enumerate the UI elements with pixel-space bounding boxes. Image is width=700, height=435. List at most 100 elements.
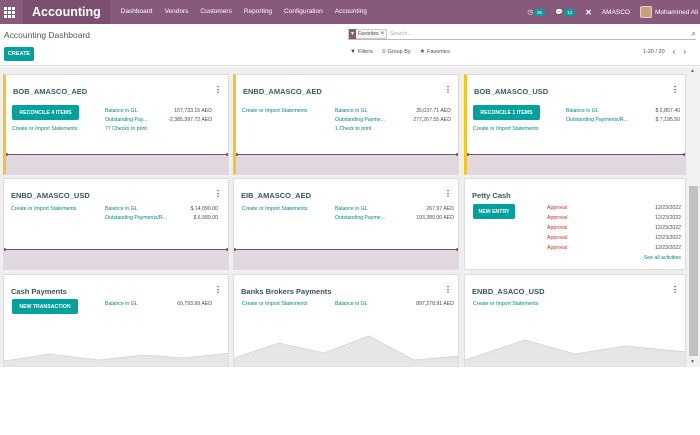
activity-label[interactable]: Approval bbox=[547, 225, 567, 231]
groupby-label: Group By bbox=[387, 48, 411, 55]
import-statements-link[interactable]: Create or Import Statements bbox=[473, 126, 538, 132]
outstanding-label[interactable]: Outstanding Payme... bbox=[335, 117, 385, 123]
new-entry-button[interactable]: NEW ENTRY bbox=[473, 204, 515, 219]
journal-card: ENBD_ASACO_USD ⋮ Create or Import Statem… bbox=[464, 274, 686, 367]
dots-vertical-icon[interactable]: ⋮ bbox=[444, 189, 452, 198]
debug-tools-icon[interactable]: ✕ bbox=[585, 8, 592, 17]
balance-label[interactable]: Balance in GL bbox=[335, 108, 368, 114]
dots-vertical-icon[interactable]: ⋮ bbox=[214, 285, 222, 294]
menu-accounting[interactable]: Accounting bbox=[329, 0, 373, 24]
activity-label[interactable]: Approval bbox=[547, 245, 567, 251]
outstanding-label[interactable]: Outstanding Pay... bbox=[105, 117, 147, 123]
balance-label[interactable]: Balance in GL bbox=[335, 301, 368, 307]
checks-to-print-link[interactable]: 1 Check to print bbox=[335, 126, 371, 132]
balance-graph bbox=[6, 153, 228, 174]
top-navbar: Accounting Dashboard Vendors Customers R… bbox=[0, 0, 700, 24]
import-statements-link[interactable]: Create or Import Statements bbox=[473, 301, 538, 307]
list-icon: ≡ bbox=[381, 48, 386, 55]
groupby-dropdown[interactable]: ≡ Group By bbox=[382, 48, 411, 55]
scroll-down-icon[interactable]: ▼ bbox=[690, 359, 695, 365]
balance-graph bbox=[236, 153, 458, 174]
search-bar: ▼ Favorites × Search... ⌕ bbox=[348, 28, 696, 40]
dots-vertical-icon[interactable]: ⋮ bbox=[671, 285, 679, 294]
pager-value[interactable]: 1-20 / 20 bbox=[643, 49, 665, 55]
menu-customers[interactable]: Customers bbox=[194, 0, 237, 24]
menu-configuration[interactable]: Configuration bbox=[278, 0, 329, 24]
dots-vertical-icon[interactable]: ⋮ bbox=[444, 85, 452, 94]
activity-date: 12/23/2022 bbox=[655, 245, 681, 251]
menu-reporting[interactable]: Reporting bbox=[238, 0, 278, 24]
balance-value: 35,037.71 AED bbox=[416, 108, 451, 114]
activity-label[interactable]: Approval bbox=[547, 235, 567, 241]
dots-vertical-icon[interactable]: ⋮ bbox=[214, 189, 222, 198]
reconcile-button[interactable]: RECONCILE 4 ITEMS bbox=[12, 105, 79, 120]
import-statements-link[interactable]: Create or Import Statements bbox=[12, 126, 77, 132]
balance-value: 69,793.99 AED bbox=[177, 301, 212, 307]
outstanding-label[interactable]: Outstanding Payments/R... bbox=[566, 117, 628, 123]
chevron-right-icon[interactable]: › bbox=[683, 47, 686, 56]
filters-dropdown[interactable]: ▼ Filters bbox=[350, 48, 373, 55]
journal-title[interactable]: ENBD_AMASCO_AED bbox=[243, 87, 322, 96]
messaging-menu[interactable]: 💬 13 bbox=[555, 8, 576, 16]
journal-title[interactable]: EIB_AMASCO_AED bbox=[241, 191, 311, 200]
balance-graph bbox=[4, 248, 228, 269]
scroll-up-icon[interactable]: ▲ bbox=[690, 68, 695, 74]
import-statements-link[interactable]: Create or Import Statements bbox=[242, 108, 307, 114]
import-statements-link[interactable]: Create or Import Statements bbox=[242, 206, 307, 212]
outstanding-value: $ 7,195.50 bbox=[655, 117, 680, 123]
balance-label[interactable]: Balance in GL bbox=[566, 108, 599, 114]
menu-dashboard[interactable]: Dashboard bbox=[115, 0, 159, 24]
balance-label[interactable]: Balance in GL bbox=[105, 206, 138, 212]
see-all-activities-link[interactable]: See all activities bbox=[644, 255, 681, 261]
menu-vendors[interactable]: Vendors bbox=[159, 0, 195, 24]
balance-graph bbox=[4, 352, 228, 367]
search-facet[interactable]: ▼ Favorites × bbox=[348, 28, 388, 39]
activity-label[interactable]: Approval bbox=[547, 205, 567, 211]
outstanding-value: 193,380.00 AED bbox=[416, 215, 454, 221]
favorites-dropdown[interactable]: ★ Favorites bbox=[420, 48, 450, 56]
journal-title[interactable]: ENBD_ASACO_USD bbox=[472, 287, 545, 296]
checks-to-print-link[interactable]: 77 Checks to print bbox=[105, 126, 147, 132]
balance-label[interactable]: Balance in GL bbox=[105, 301, 138, 307]
balance-graph bbox=[234, 335, 458, 367]
filters-label: Filters bbox=[357, 48, 373, 55]
activity-label[interactable]: Approval bbox=[547, 215, 567, 221]
facet-remove-icon[interactable]: × bbox=[381, 31, 387, 37]
apps-menu-icon[interactable] bbox=[1, 0, 17, 24]
activity-menu[interactable]: ◷ 36 bbox=[527, 8, 546, 16]
scrollbar-thumb[interactable] bbox=[689, 186, 698, 356]
journal-title[interactable]: ENBD_AMASCO_USD bbox=[11, 191, 90, 200]
dots-vertical-icon[interactable]: ⋮ bbox=[444, 285, 452, 294]
journal-title[interactable]: Cash Payments bbox=[11, 287, 67, 296]
dots-vertical-icon[interactable]: ⋮ bbox=[671, 85, 679, 94]
chevron-left-icon[interactable]: ‹ bbox=[673, 47, 676, 56]
journal-title[interactable]: BOB_AMASCO_USD bbox=[474, 87, 548, 96]
journal-card: Cash Payments ⋮ NEW TRANSACTION Balance … bbox=[3, 274, 229, 367]
balance-graph bbox=[467, 153, 685, 174]
new-transaction-button[interactable]: NEW TRANSACTION bbox=[12, 299, 78, 314]
outstanding-value: $ 6,589.00 bbox=[193, 215, 218, 221]
pager: 1-20 / 20 ‹ › bbox=[643, 47, 686, 56]
app-brand[interactable]: Accounting bbox=[23, 0, 110, 24]
create-button[interactable]: CREATE bbox=[4, 47, 34, 61]
journal-title[interactable]: Petty Cash bbox=[472, 191, 511, 200]
balance-graph bbox=[465, 339, 685, 367]
import-statements-link[interactable]: Create or Import Statements bbox=[242, 301, 307, 307]
clock-icon: ◷ bbox=[527, 9, 533, 16]
journal-title[interactable]: Banks Brokers Payments bbox=[241, 287, 331, 296]
outstanding-label[interactable]: Outstanding Payments/R... bbox=[105, 215, 167, 221]
balance-label[interactable]: Balance in GL bbox=[335, 206, 368, 212]
activity-badge: 36 bbox=[534, 8, 546, 16]
journal-title[interactable]: BOB_AMASCO_AED bbox=[13, 87, 87, 96]
balance-label[interactable]: Balance in GL bbox=[105, 108, 138, 114]
company-switcher[interactable]: AMASCO bbox=[602, 9, 630, 16]
outstanding-label[interactable]: Outstanding Payme... bbox=[335, 215, 385, 221]
reconcile-button[interactable]: RECONCILE 1 ITEMS bbox=[473, 105, 540, 120]
search-input[interactable]: Search... bbox=[390, 31, 412, 37]
activity-date: 12/23/2022 bbox=[655, 225, 681, 231]
search-icon[interactable]: ⌕ bbox=[692, 29, 696, 39]
user-menu[interactable]: Mohammed Ali bbox=[640, 6, 698, 18]
dots-vertical-icon[interactable]: ⋮ bbox=[214, 85, 222, 94]
import-statements-link[interactable]: Create or Import Statements bbox=[11, 206, 76, 212]
chat-icon: 💬 bbox=[555, 9, 564, 16]
